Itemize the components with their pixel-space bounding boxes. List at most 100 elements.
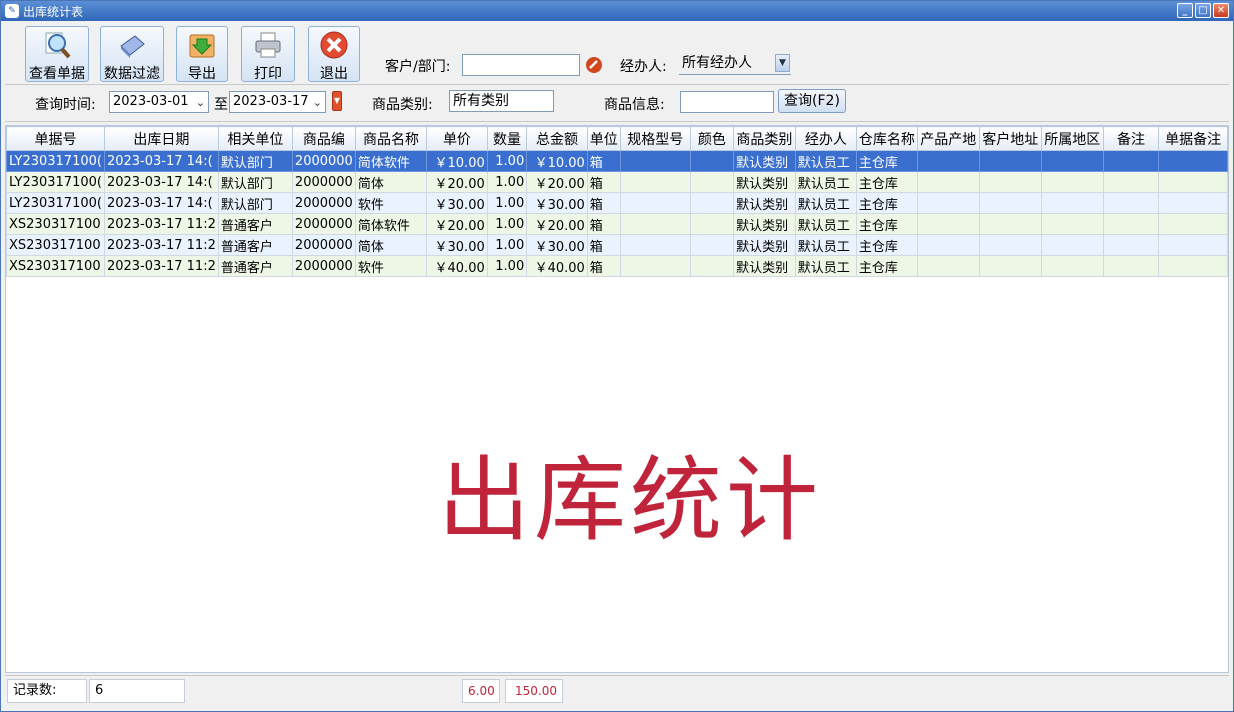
column-header[interactable]: 相关单位 xyxy=(217,126,293,151)
table-cell xyxy=(619,150,691,172)
product-info-field[interactable] xyxy=(680,91,774,113)
magnifier-doc-icon xyxy=(42,30,72,60)
table-cell xyxy=(916,192,980,214)
table-cell: LY230317100( xyxy=(6,150,105,172)
query-button[interactable]: 查询(F2) xyxy=(778,89,846,113)
table-cell: 默认类别 xyxy=(733,150,796,172)
column-header[interactable]: 规格型号 xyxy=(619,126,691,151)
data-filter-button[interactable]: 数据过滤 xyxy=(100,26,164,82)
table-cell: 2023-03-17 11:2 xyxy=(103,213,219,235)
chevron-down-icon[interactable]: ⌄ xyxy=(313,93,322,113)
table-row[interactable]: LY230317100(2023-03-17 14:(默认部门 2000000 软件… xyxy=(6,192,1228,214)
exit-button[interactable]: 退出 xyxy=(308,26,360,82)
column-header[interactable]: 单据备注 xyxy=(1158,126,1228,151)
table-cell xyxy=(689,234,735,256)
table-cell xyxy=(1102,234,1160,256)
minimize-button[interactable]: _ xyxy=(1177,3,1193,18)
column-header[interactable]: 单位 xyxy=(586,126,621,151)
table-cell: 默认员工 xyxy=(794,255,857,277)
filter-bar: 查询时间: 2023-03-01 ⌄ 至 2023-03-17 ⌄ ▼ 商品类别… xyxy=(5,86,1229,122)
column-header[interactable]: 总金额 xyxy=(526,126,588,151)
table-cell: ￥10.00 xyxy=(426,150,488,172)
export-arrow-icon xyxy=(187,30,217,60)
column-header[interactable]: 出库日期 xyxy=(103,126,219,151)
total-amount: 150.00 xyxy=(505,679,563,703)
view-document-button[interactable]: 查看单据 xyxy=(25,26,89,82)
column-header[interactable]: 商品类别 xyxy=(733,126,796,151)
table-cell: ￥30.00 xyxy=(426,234,488,256)
column-header[interactable]: 经办人 xyxy=(794,126,857,151)
table-cell: XS230317100 xyxy=(6,213,105,235)
table-cell xyxy=(1158,171,1228,193)
table-row[interactable]: XS230317100 2023-03-17 11:2 普通客户 2000000 软件 ￥… xyxy=(6,255,1228,277)
column-header[interactable]: 商品名称 xyxy=(354,126,428,151)
table-cell: 2000000 xyxy=(291,150,356,172)
table-cell: 2000000 xyxy=(291,255,356,277)
table-cell xyxy=(1040,150,1104,172)
table-cell: 软件 xyxy=(354,255,428,277)
table-cell: 默认类别 xyxy=(733,171,796,193)
book-filter-icon xyxy=(117,30,147,60)
table-cell xyxy=(978,213,1042,235)
table-cell: ￥30.00 xyxy=(526,234,588,256)
column-header[interactable]: 单据号 xyxy=(6,126,105,151)
print-label: 打印 xyxy=(254,66,282,82)
handler-value: 所有经办人 xyxy=(682,55,752,71)
table-cell: 默认员工 xyxy=(794,192,857,214)
maximize-button[interactable]: □ xyxy=(1195,3,1211,18)
watermark-title: 出库统计 xyxy=(438,447,823,554)
table-cell: 默认部门 xyxy=(217,192,293,214)
app-logo-icon: ✎ xyxy=(5,4,19,18)
column-header[interactable]: 产品产地 xyxy=(916,126,980,151)
table-cell: LY230317100( xyxy=(6,171,105,193)
table-cell: 软件 xyxy=(354,192,428,214)
table-cell: ￥10.00 xyxy=(526,150,588,172)
table-row[interactable]: LY230317100(2023-03-17 14:(默认部门 2000000 简体… xyxy=(6,150,1228,172)
category-field[interactable]: 所有类别 xyxy=(449,90,554,112)
column-header[interactable]: 单价 xyxy=(426,126,488,151)
table-row[interactable]: XS230317100 2023-03-17 11:2 普通客户 2000000 简体 ￥… xyxy=(6,234,1228,256)
column-header[interactable]: 所属地区 xyxy=(1040,126,1104,151)
table-cell: 默认类别 xyxy=(733,255,796,277)
table-row[interactable]: LY230317100(2023-03-17 14:(默认部门 2000000 简体… xyxy=(6,171,1228,193)
print-button[interactable]: 打印 xyxy=(241,26,295,82)
export-button[interactable]: 导出 xyxy=(176,26,228,82)
table-cell xyxy=(1102,255,1160,277)
table-header: 单据号 出库日期 相关单位 商品编 商品名称 单价 数量 总金额 单位 规格型号 颜色 商品类别 经办人… xyxy=(6,126,1228,151)
date-range-picker-icon[interactable]: ▼ xyxy=(332,91,342,111)
table-cell: 1.00 xyxy=(486,171,528,193)
column-header[interactable]: 备注 xyxy=(1102,126,1160,151)
column-header[interactable]: 颜色 xyxy=(689,126,735,151)
table-cell: ￥40.00 xyxy=(426,255,488,277)
date-from-field[interactable]: 2023-03-01 ⌄ xyxy=(109,91,209,113)
exit-label: 退出 xyxy=(320,66,348,82)
chevron-down-icon[interactable]: ⌄ xyxy=(196,93,205,113)
table-cell: ￥20.00 xyxy=(426,213,488,235)
table-cell xyxy=(1040,234,1104,256)
close-button[interactable]: ✕ xyxy=(1213,3,1229,18)
column-header[interactable]: 仓库名称 xyxy=(855,126,918,151)
handler-select[interactable]: 所有经办人 ▼ xyxy=(679,53,791,75)
table-cell: 箱 xyxy=(586,234,621,256)
table-cell: 1.00 xyxy=(486,192,528,214)
table-row[interactable]: XS230317100 2023-03-17 11:2 普通客户 2000000 简体软… xyxy=(6,213,1228,235)
column-header[interactable]: 商品编 xyxy=(291,126,356,151)
table-cell: ￥20.00 xyxy=(426,171,488,193)
table-cell xyxy=(619,255,691,277)
table-cell: 普通客户 xyxy=(217,213,293,235)
customer-field[interactable] xyxy=(462,54,580,76)
total-quantity: 6.00 xyxy=(462,679,500,703)
table-cell: 简体软件 xyxy=(354,213,428,235)
query-time-label: 查询时间: xyxy=(35,97,96,113)
data-filter-label: 数据过滤 xyxy=(104,66,160,82)
table-cell xyxy=(1102,213,1160,235)
column-header[interactable]: 数量 xyxy=(486,126,528,151)
customer-picker-icon[interactable] xyxy=(585,56,603,74)
chevron-down-icon[interactable]: ▼ xyxy=(775,54,790,72)
table-cell: ￥40.00 xyxy=(526,255,588,277)
date-to-field[interactable]: 2023-03-17 ⌄ xyxy=(229,91,326,113)
table-cell: 2023-03-17 11:2 xyxy=(103,255,219,277)
window: ✎ 出库统计表 _ □ ✕ 查看单据 数据过滤 导出 打印 退出 客户/部门: … xyxy=(0,0,1234,712)
column-header[interactable]: 客户地址 xyxy=(978,126,1042,151)
table-cell: 简体软件 xyxy=(354,150,428,172)
